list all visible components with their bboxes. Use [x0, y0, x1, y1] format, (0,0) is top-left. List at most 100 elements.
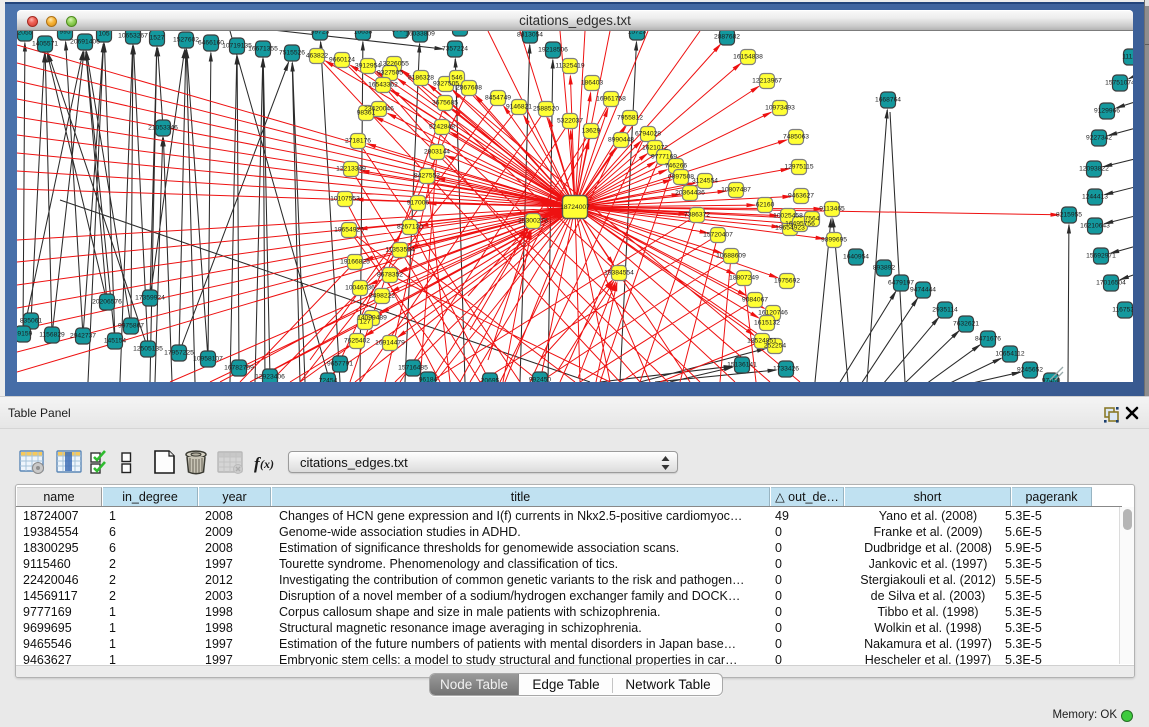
svg-text:72454: 72454	[319, 378, 338, 383]
svg-text:8132: 8132	[453, 31, 468, 32]
svg-text:10807487: 10807487	[721, 187, 751, 194]
svg-text:9657791: 9657791	[327, 361, 353, 368]
svg-text:16543362: 16543362	[368, 82, 398, 89]
svg-text:1244413: 1244413	[1082, 194, 1108, 201]
svg-text:20206576: 20206576	[92, 299, 122, 306]
svg-text:20364436: 20364436	[675, 190, 705, 197]
svg-text:2718176: 2718176	[345, 138, 371, 145]
svg-text:2935114: 2935114	[932, 307, 958, 314]
svg-text:9474444: 9474444	[910, 287, 936, 294]
svg-text:15136141: 15136141	[727, 362, 757, 369]
svg-text:16120746: 16120746	[758, 310, 788, 317]
svg-text:8813054: 8813054	[517, 32, 543, 39]
svg-text:127: 127	[359, 319, 370, 326]
svg-text:1527602: 1527602	[173, 37, 199, 44]
svg-text:1975692: 1975692	[774, 278, 800, 285]
svg-text:7632621: 7632621	[953, 321, 979, 328]
svg-text:8454749: 8454749	[485, 95, 511, 102]
svg-text:12923406: 12923406	[255, 374, 285, 381]
svg-text:15751074: 15751074	[1105, 80, 1133, 87]
svg-text:145154: 145154	[104, 338, 127, 345]
svg-text:15723: 15723	[628, 31, 647, 36]
svg-text:7485063: 7485063	[783, 134, 809, 141]
svg-text:992450: 992450	[529, 377, 552, 383]
svg-text:16033809: 16033809	[405, 31, 435, 38]
svg-text:19654925: 19654925	[334, 227, 364, 234]
svg-text:10958107: 10958107	[193, 356, 223, 363]
svg-text:16638: 16638	[354, 31, 373, 36]
svg-text:12505135: 12505135	[133, 346, 163, 353]
svg-text:9975867: 9975867	[118, 323, 144, 330]
svg-text:2055: 2055	[18, 31, 33, 37]
svg-text:9227342: 9227342	[1086, 135, 1112, 142]
svg-text:13629: 13629	[582, 128, 601, 135]
svg-text:8427552: 8427552	[414, 173, 440, 180]
svg-text:6794028: 6794028	[635, 131, 661, 138]
svg-text:10107553: 10107553	[330, 196, 360, 203]
svg-text:9777169: 9777169	[651, 154, 677, 161]
svg-text:7955812: 7955812	[617, 115, 643, 122]
svg-text:1156829: 1156829	[39, 332, 65, 339]
svg-text:5322037: 5322037	[557, 118, 583, 125]
svg-text:17016504: 17016504	[1096, 280, 1126, 287]
svg-text:1621072: 1621072	[642, 145, 668, 152]
svg-text:3912954: 3912954	[355, 63, 381, 70]
svg-text:995: 995	[59, 31, 70, 36]
svg-text:3124554: 3124554	[692, 178, 718, 185]
svg-text:917006: 917006	[407, 200, 430, 207]
svg-text:12975115: 12975115	[784, 164, 814, 171]
svg-text:8471676: 8471676	[975, 336, 1001, 343]
svg-text:7564: 7564	[805, 216, 820, 223]
svg-text:6897508: 6897508	[668, 174, 694, 181]
svg-text:7625402: 7625402	[344, 338, 370, 345]
svg-text:(x): (x)	[260, 457, 274, 471]
svg-text:11124: 11124	[1122, 54, 1133, 61]
svg-text:16782759: 16782759	[224, 365, 254, 372]
svg-text:12213349: 12213349	[336, 166, 366, 173]
svg-text:2942737: 2942737	[70, 333, 96, 340]
svg-text:7357224: 7357224	[442, 46, 468, 53]
svg-text:12213967: 12213967	[752, 78, 782, 85]
svg-text:16961758: 16961758	[596, 96, 626, 103]
svg-text:9245652: 9245652	[1017, 367, 1043, 374]
svg-text:19384554: 19384554	[604, 270, 634, 277]
svg-text:3675685: 3675685	[432, 100, 458, 107]
svg-text:2887682: 2887682	[714, 34, 740, 41]
svg-text:8186328: 8186328	[408, 75, 434, 82]
svg-text:1527: 1527	[150, 35, 165, 42]
svg-text:9899695: 9899695	[821, 237, 847, 244]
svg-text:10025458: 10025458	[773, 213, 803, 220]
svg-text:16154838: 16154838	[733, 54, 763, 61]
svg-text:16914479: 16914479	[375, 340, 405, 347]
svg-text:9242848: 9242848	[429, 124, 455, 131]
svg-text:7386372: 7386372	[684, 212, 710, 219]
svg-text:463822: 463822	[306, 53, 329, 60]
svg-text:8990448: 8990448	[608, 137, 634, 144]
svg-text:1405571: 1405571	[32, 41, 58, 48]
svg-text:13226055: 13226055	[379, 61, 409, 68]
svg-text:105: 105	[98, 31, 109, 38]
svg-text:2867608: 2867608	[456, 85, 482, 92]
svg-text:20691406: 20691406	[70, 39, 100, 46]
svg-text:25300275: 25300275	[518, 218, 548, 225]
svg-text:8267130: 8267130	[397, 224, 423, 231]
svg-text:15716485: 15716485	[398, 365, 428, 372]
svg-text:1167533: 1167533	[1112, 307, 1133, 314]
svg-text:9129966: 9129966	[1094, 108, 1120, 115]
svg-text:2803144: 2803144	[424, 149, 450, 156]
svg-text:9660124: 9660124	[329, 57, 355, 64]
svg-text:746266: 746266	[665, 163, 688, 170]
svg-text:15720407: 15720407	[703, 232, 733, 239]
svg-text:1640954: 1640954	[843, 254, 869, 261]
svg-text:6466160: 6466160	[198, 40, 224, 47]
svg-text:9463627: 9463627	[788, 193, 814, 200]
svg-text:16210643: 16210643	[1080, 223, 1110, 230]
svg-text:21053346: 21053346	[148, 125, 178, 132]
svg-text:7515526: 7515526	[279, 50, 305, 57]
svg-text:1668764: 1668764	[875, 97, 901, 104]
svg-text:2588520: 2588520	[533, 106, 559, 113]
svg-text:39159: 39159	[17, 331, 33, 338]
svg-text:835061: 835061	[20, 318, 43, 325]
svg-text:96184: 96184	[419, 377, 438, 383]
svg-text:8215955: 8215955	[1056, 212, 1082, 219]
